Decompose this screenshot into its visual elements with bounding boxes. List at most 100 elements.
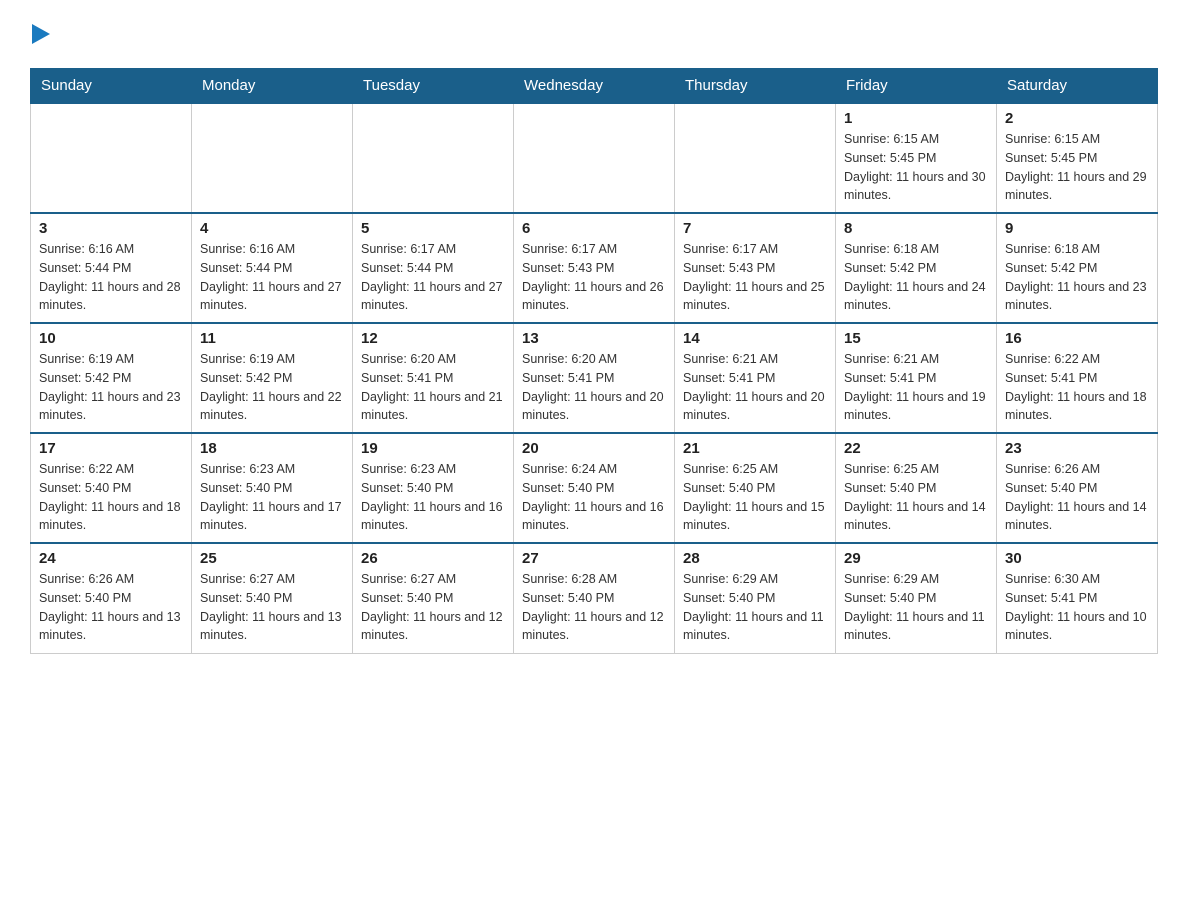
table-row — [192, 103, 353, 213]
day-number: 24 — [39, 550, 183, 567]
day-info: Sunrise: 6:20 AMSunset: 5:41 PMDaylight:… — [361, 350, 505, 425]
table-row — [514, 103, 675, 213]
day-info: Sunrise: 6:15 AMSunset: 5:45 PMDaylight:… — [844, 130, 988, 205]
table-row: 7 Sunrise: 6:17 AMSunset: 5:43 PMDaylight… — [675, 213, 836, 323]
day-info: Sunrise: 6:18 AMSunset: 5:42 PMDaylight:… — [1005, 240, 1149, 315]
table-row: 22 Sunrise: 6:25 AMSunset: 5:40 PMDayligh… — [836, 433, 997, 543]
day-info: Sunrise: 6:25 AMSunset: 5:40 PMDaylight:… — [683, 460, 827, 535]
day-number: 27 — [522, 550, 666, 567]
day-info: Sunrise: 6:29 AMSunset: 5:40 PMDaylight:… — [844, 570, 988, 645]
table-row: 19 Sunrise: 6:23 AMSunset: 5:40 PMDayligh… — [353, 433, 514, 543]
header-sunday: Sunday — [31, 69, 192, 104]
day-number: 11 — [200, 330, 344, 347]
calendar-week-row: 10 Sunrise: 6:19 AMSunset: 5:42 PMDayligh… — [31, 323, 1158, 433]
table-row: 5Sunrise: 6:17 AMSunset: 5:44 PMDaylight… — [353, 213, 514, 323]
day-info: Sunrise: 6:22 AMSunset: 5:41 PMDaylight:… — [1005, 350, 1149, 425]
weekday-header-row: Sunday Monday Tuesday Wednesday Thursday… — [31, 69, 1158, 104]
day-number: 2 — [1005, 110, 1149, 127]
header-tuesday: Tuesday — [353, 69, 514, 104]
day-info: Sunrise: 6:17 AMSunset: 5:43 PMDaylight:… — [522, 240, 666, 315]
table-row — [31, 103, 192, 213]
day-number: 13 — [522, 330, 666, 347]
table-row: 14 Sunrise: 6:21 AMSunset: 5:41 PMDayligh… — [675, 323, 836, 433]
day-info: Sunrise: 6:18 AMSunset: 5:42 PMDaylight:… — [844, 240, 988, 315]
table-row: 13 Sunrise: 6:20 AMSunset: 5:41 PMDayligh… — [514, 323, 675, 433]
header-wednesday: Wednesday — [514, 69, 675, 104]
header-thursday: Thursday — [675, 69, 836, 104]
day-number: 12 — [361, 330, 505, 347]
table-row: 23Sunrise: 6:26 AMSunset: 5:40 PMDayligh… — [997, 433, 1158, 543]
day-info: Sunrise: 6:29 AMSunset: 5:40 PMDaylight:… — [683, 570, 827, 645]
table-row — [353, 103, 514, 213]
table-row: 3Sunrise: 6:16 AMSunset: 5:44 PMDaylight… — [31, 213, 192, 323]
table-row: 9 Sunrise: 6:18 AMSunset: 5:42 PMDaylight… — [997, 213, 1158, 323]
day-info: Sunrise: 6:19 AMSunset: 5:42 PMDaylight:… — [39, 350, 183, 425]
day-number: 22 — [844, 440, 988, 457]
table-row — [675, 103, 836, 213]
day-info: Sunrise: 6:24 AMSunset: 5:40 PMDaylight:… — [522, 460, 666, 535]
day-info: Sunrise: 6:26 AMSunset: 5:40 PMDaylight:… — [1005, 460, 1149, 535]
table-row: 24 Sunrise: 6:26 AMSunset: 5:40 PMDayligh… — [31, 543, 192, 653]
day-info: Sunrise: 6:27 AMSunset: 5:40 PMDaylight:… — [200, 570, 344, 645]
day-number: 4 — [200, 220, 344, 237]
day-info: Sunrise: 6:27 AMSunset: 5:40 PMDaylight:… — [361, 570, 505, 645]
calendar-week-row: 17Sunrise: 6:22 AMSunset: 5:40 PMDayligh… — [31, 433, 1158, 543]
day-number: 6 — [522, 220, 666, 237]
day-number: 18 — [200, 440, 344, 457]
table-row: 11 Sunrise: 6:19 AMSunset: 5:42 PMDayligh… — [192, 323, 353, 433]
day-number: 3 — [39, 220, 183, 237]
day-info: Sunrise: 6:21 AMSunset: 5:41 PMDaylight:… — [844, 350, 988, 425]
day-number: 20 — [522, 440, 666, 457]
table-row: 15 Sunrise: 6:21 AMSunset: 5:41 PMDayligh… — [836, 323, 997, 433]
day-number: 21 — [683, 440, 827, 457]
day-info: Sunrise: 6:19 AMSunset: 5:42 PMDaylight:… — [200, 350, 344, 425]
day-info: Sunrise: 6:15 AMSunset: 5:45 PMDaylight:… — [1005, 130, 1149, 205]
day-number: 14 — [683, 330, 827, 347]
table-row: 8 Sunrise: 6:18 AMSunset: 5:42 PMDaylight… — [836, 213, 997, 323]
day-number: 7 — [683, 220, 827, 237]
calendar-week-row: 3 Sunrise: 6:16 AMSunset: 5:44 PMDaylight… — [31, 213, 1158, 323]
table-row: 17Sunrise: 6:22 AMSunset: 5:40 PMDayligh… — [31, 433, 192, 543]
table-row: 12 Sunrise: 6:20 AMSunset: 5:41 PMDayligh… — [353, 323, 514, 433]
table-row: 25Sunrise: 6:27 AMSunset: 5:40 PMDayligh… — [192, 543, 353, 653]
day-info: Sunrise: 6:26 AMSunset: 5:40 PMDaylight:… — [39, 570, 183, 645]
day-number: 8 — [844, 220, 988, 237]
table-row: 6 Sunrise: 6:17 AMSunset: 5:43 PMDaylight… — [514, 213, 675, 323]
header-monday: Monday — [192, 69, 353, 104]
table-row: 30 Sunrise: 6:30 AMSunset: 5:41 PMDayligh… — [997, 543, 1158, 653]
day-number: 5 — [361, 220, 505, 237]
table-row: 2 Sunrise: 6:15 AMSunset: 5:45 PMDaylight… — [997, 103, 1158, 213]
day-info: Sunrise: 6:30 AMSunset: 5:41 PMDaylight:… — [1005, 570, 1149, 645]
header-saturday: Saturday — [997, 69, 1158, 104]
table-row: 1 Sunrise: 6:15 AMSunset: 5:45 PMDaylight… — [836, 103, 997, 213]
page-header — [30, 20, 1158, 48]
logo — [30, 20, 54, 48]
day-info: Sunrise: 6:21 AMSunset: 5:41 PMDaylight:… — [683, 350, 827, 425]
day-number: 10 — [39, 330, 183, 347]
table-row: 29 Sunrise: 6:29 AMSunset: 5:40 PMDayligh… — [836, 543, 997, 653]
logo-arrow-icon — [32, 20, 54, 48]
day-number: 16 — [1005, 330, 1149, 347]
table-row: 26 Sunrise: 6:27 AMSunset: 5:40 PMDayligh… — [353, 543, 514, 653]
day-number: 15 — [844, 330, 988, 347]
day-number: 28 — [683, 550, 827, 567]
day-info: Sunrise: 6:16 AMSunset: 5:44 PMDaylight:… — [200, 240, 344, 315]
day-number: 19 — [361, 440, 505, 457]
table-row: 27Sunrise: 6:28 AMSunset: 5:40 PMDayligh… — [514, 543, 675, 653]
day-info: Sunrise: 6:20 AMSunset: 5:41 PMDaylight:… — [522, 350, 666, 425]
table-row: 20 Sunrise: 6:24 AMSunset: 5:40 PMDayligh… — [514, 433, 675, 543]
day-info: Sunrise: 6:23 AMSunset: 5:40 PMDaylight:… — [200, 460, 344, 535]
calendar-week-row: 24 Sunrise: 6:26 AMSunset: 5:40 PMDayligh… — [31, 543, 1158, 653]
day-number: 29 — [844, 550, 988, 567]
table-row: 21 Sunrise: 6:25 AMSunset: 5:40 PMDayligh… — [675, 433, 836, 543]
day-info: Sunrise: 6:17 AMSunset: 5:43 PMDaylight:… — [683, 240, 827, 315]
table-row: 16 Sunrise: 6:22 AMSunset: 5:41 PMDayligh… — [997, 323, 1158, 433]
table-row: 10 Sunrise: 6:19 AMSunset: 5:42 PMDayligh… — [31, 323, 192, 433]
day-number: 9 — [1005, 220, 1149, 237]
day-info: Sunrise: 6:25 AMSunset: 5:40 PMDaylight:… — [844, 460, 988, 535]
day-number: 30 — [1005, 550, 1149, 567]
day-number: 1 — [844, 110, 988, 127]
day-number: 26 — [361, 550, 505, 567]
day-number: 17 — [39, 440, 183, 457]
day-info: Sunrise: 6:23 AMSunset: 5:40 PMDaylight:… — [361, 460, 505, 535]
